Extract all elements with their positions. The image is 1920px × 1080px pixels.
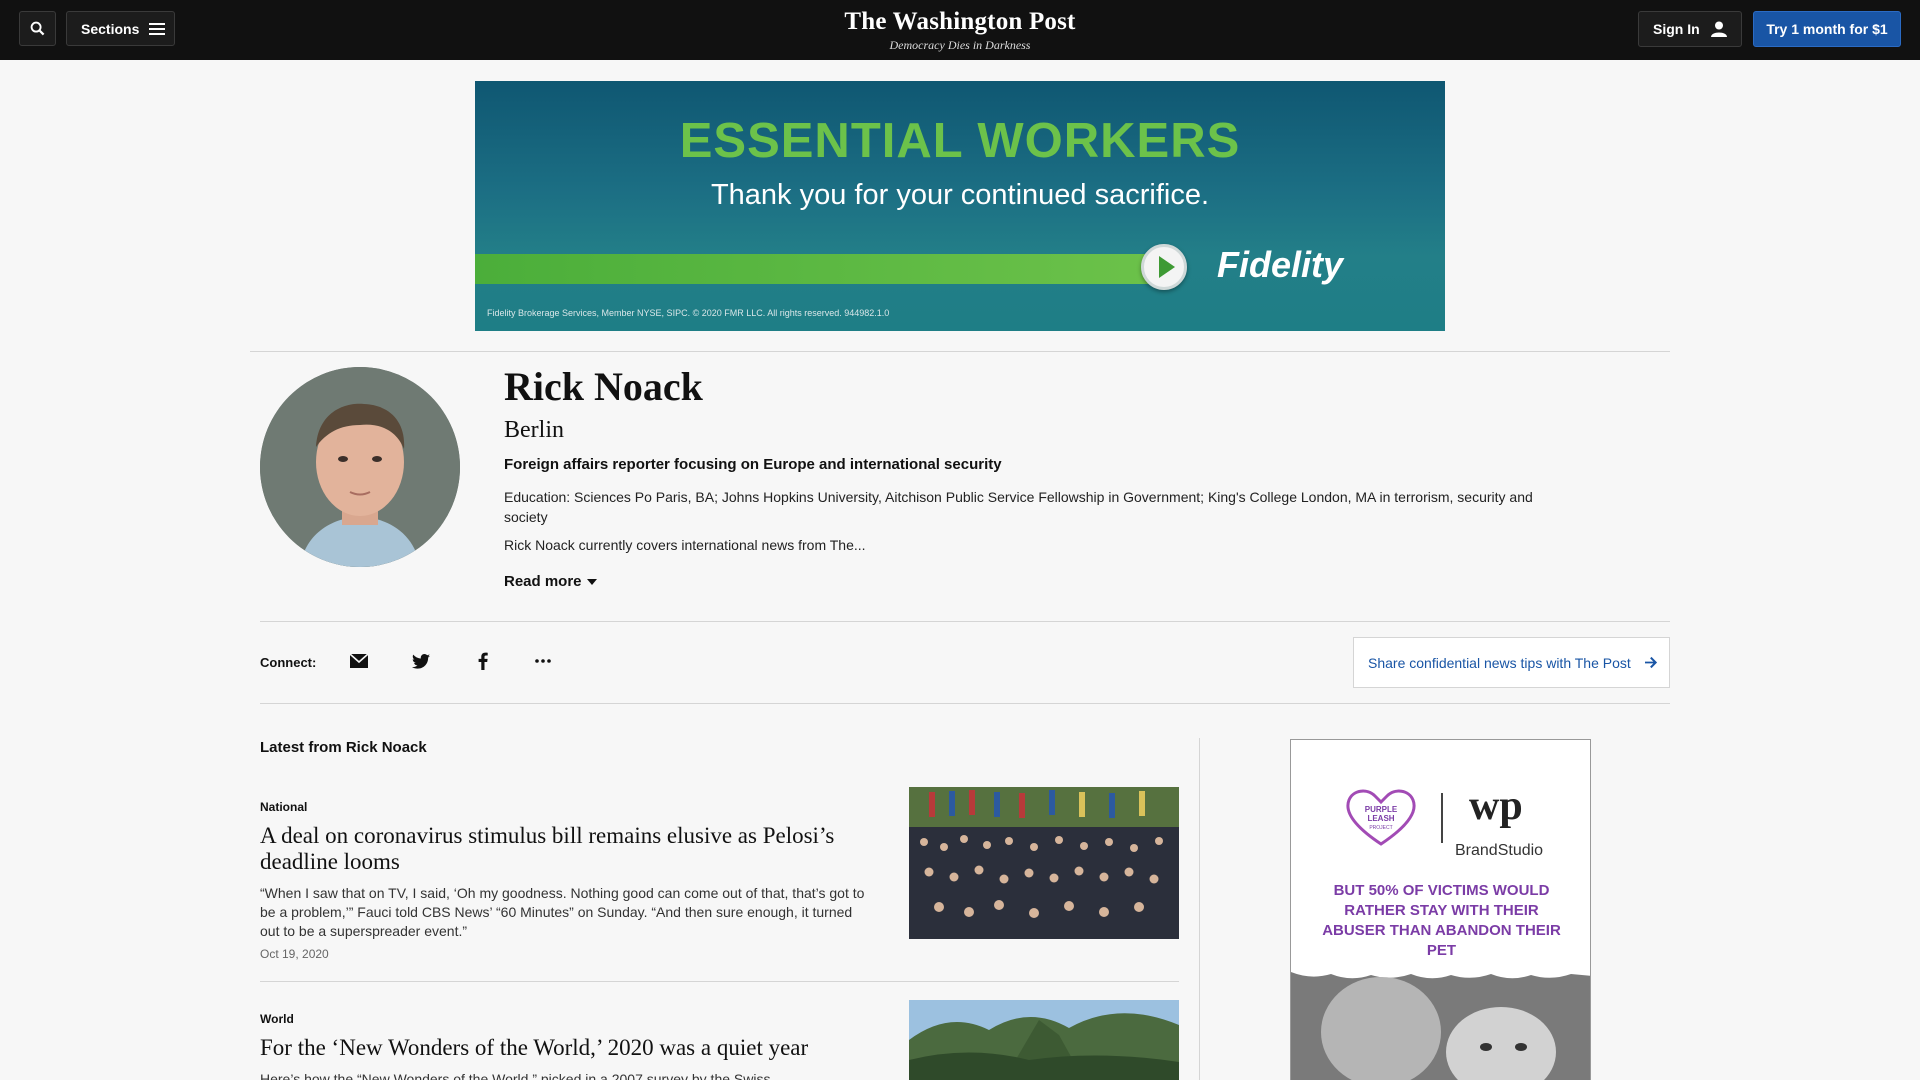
tagline: Democracy Dies in Darkness	[889, 38, 1031, 52]
author-title: Foreign affairs reporter focusing on Eur…	[504, 456, 1002, 473]
latest-heading: Latest from Rick Noack	[260, 739, 427, 756]
ad-photo	[1291, 972, 1590, 1080]
svg-text:PROJECT: PROJECT	[1369, 825, 1392, 831]
divider	[260, 981, 1179, 982]
arrow-right-icon	[1644, 656, 1657, 669]
subscribe-button[interactable]: Try 1 month for $1	[1753, 11, 1901, 47]
story-blurb: Here’s how the “New Wonders of the World…	[260, 1071, 771, 1080]
divider	[260, 621, 1670, 622]
ad-legal: Fidelity Brokerage Services, Member NYSE…	[487, 308, 890, 318]
hamburger-icon	[149, 20, 166, 38]
divider	[250, 351, 1670, 352]
sign-in-label: Sign In	[1653, 21, 1700, 37]
read-more-button[interactable]: Read more	[504, 573, 597, 590]
author-bio: Rick Noack currently covers internationa…	[504, 537, 866, 553]
sidebar-ad[interactable]: PURPLE LEASH PROJECT wp BrandStudio BUT …	[1290, 739, 1591, 1080]
envelope-icon[interactable]	[348, 650, 370, 672]
caret-down-icon	[586, 578, 597, 585]
read-more-label: Read more	[504, 573, 582, 590]
story-thumbnail[interactable]	[909, 787, 1179, 939]
svg-text:LEASH: LEASH	[1367, 814, 1394, 823]
banner-ad[interactable]: ESSENTIAL WORKERS Thank you for your con…	[475, 81, 1445, 331]
search-icon	[30, 21, 45, 36]
story-headline[interactable]: For the ‘New Wonders of the World,’ 2020…	[260, 1035, 880, 1061]
logo-text: The Washington Post	[844, 8, 1076, 35]
play-icon	[1141, 244, 1187, 290]
wp-mark: wp	[1469, 783, 1523, 829]
facebook-icon[interactable]	[472, 650, 494, 672]
brand-studio-label: BrandStudio	[1455, 842, 1544, 859]
masthead-logo[interactable]: The Washington Post Democracy Dies in Da…	[820, 8, 1100, 52]
ad-message: BUT 50% OF VICTIMS WOULD RATHER STAY WIT…	[1322, 882, 1561, 959]
author-location: Berlin	[504, 417, 564, 443]
ad-headline: ESSENTIAL WORKERS	[679, 114, 1241, 168]
twitter-icon[interactable]	[410, 650, 432, 672]
top-nav: Sections The Washington Post Democracy D…	[0, 0, 1920, 60]
ad-green-bar	[475, 254, 1165, 284]
divider	[260, 703, 1670, 704]
sign-in-button[interactable]: Sign In	[1638, 11, 1742, 47]
news-tips-link[interactable]: Share confidential news tips with The Po…	[1353, 637, 1670, 688]
story-thumbnail[interactable]	[909, 1000, 1179, 1080]
news-tips-label: Share confidential news tips with The Po…	[1368, 654, 1631, 671]
story-date: Oct 19, 2020	[260, 947, 329, 961]
story-kicker[interactable]: National	[260, 800, 307, 814]
author-name: Rick Noack	[504, 364, 703, 409]
purple-leash-logo: PURPLE LEASH PROJECT	[1341, 782, 1421, 857]
ad-subline: Thank you for your continued sacrifice.	[710, 179, 1210, 211]
story-blurb: “When I saw that on TV, I said, ‘Oh my g…	[260, 885, 865, 939]
story-kicker[interactable]: World	[260, 1012, 294, 1026]
search-button[interactable]	[19, 11, 56, 46]
more-icon[interactable]	[532, 650, 554, 672]
column-divider	[1199, 738, 1200, 1080]
story-headline[interactable]: A deal on coronavirus stimulus bill rema…	[260, 823, 860, 875]
sections-label: Sections	[81, 20, 140, 37]
ad-divider	[1441, 793, 1443, 843]
ad-brand: Fidelity	[1217, 244, 1344, 285]
user-icon	[1710, 21, 1727, 37]
sections-button[interactable]: Sections	[66, 11, 175, 46]
svg-text:PURPLE: PURPLE	[1365, 805, 1398, 814]
author-avatar	[260, 367, 460, 567]
connect-label: Connect:	[260, 655, 317, 670]
author-education: Education: Sciences Po Paris, BA; Johns …	[504, 489, 1533, 525]
